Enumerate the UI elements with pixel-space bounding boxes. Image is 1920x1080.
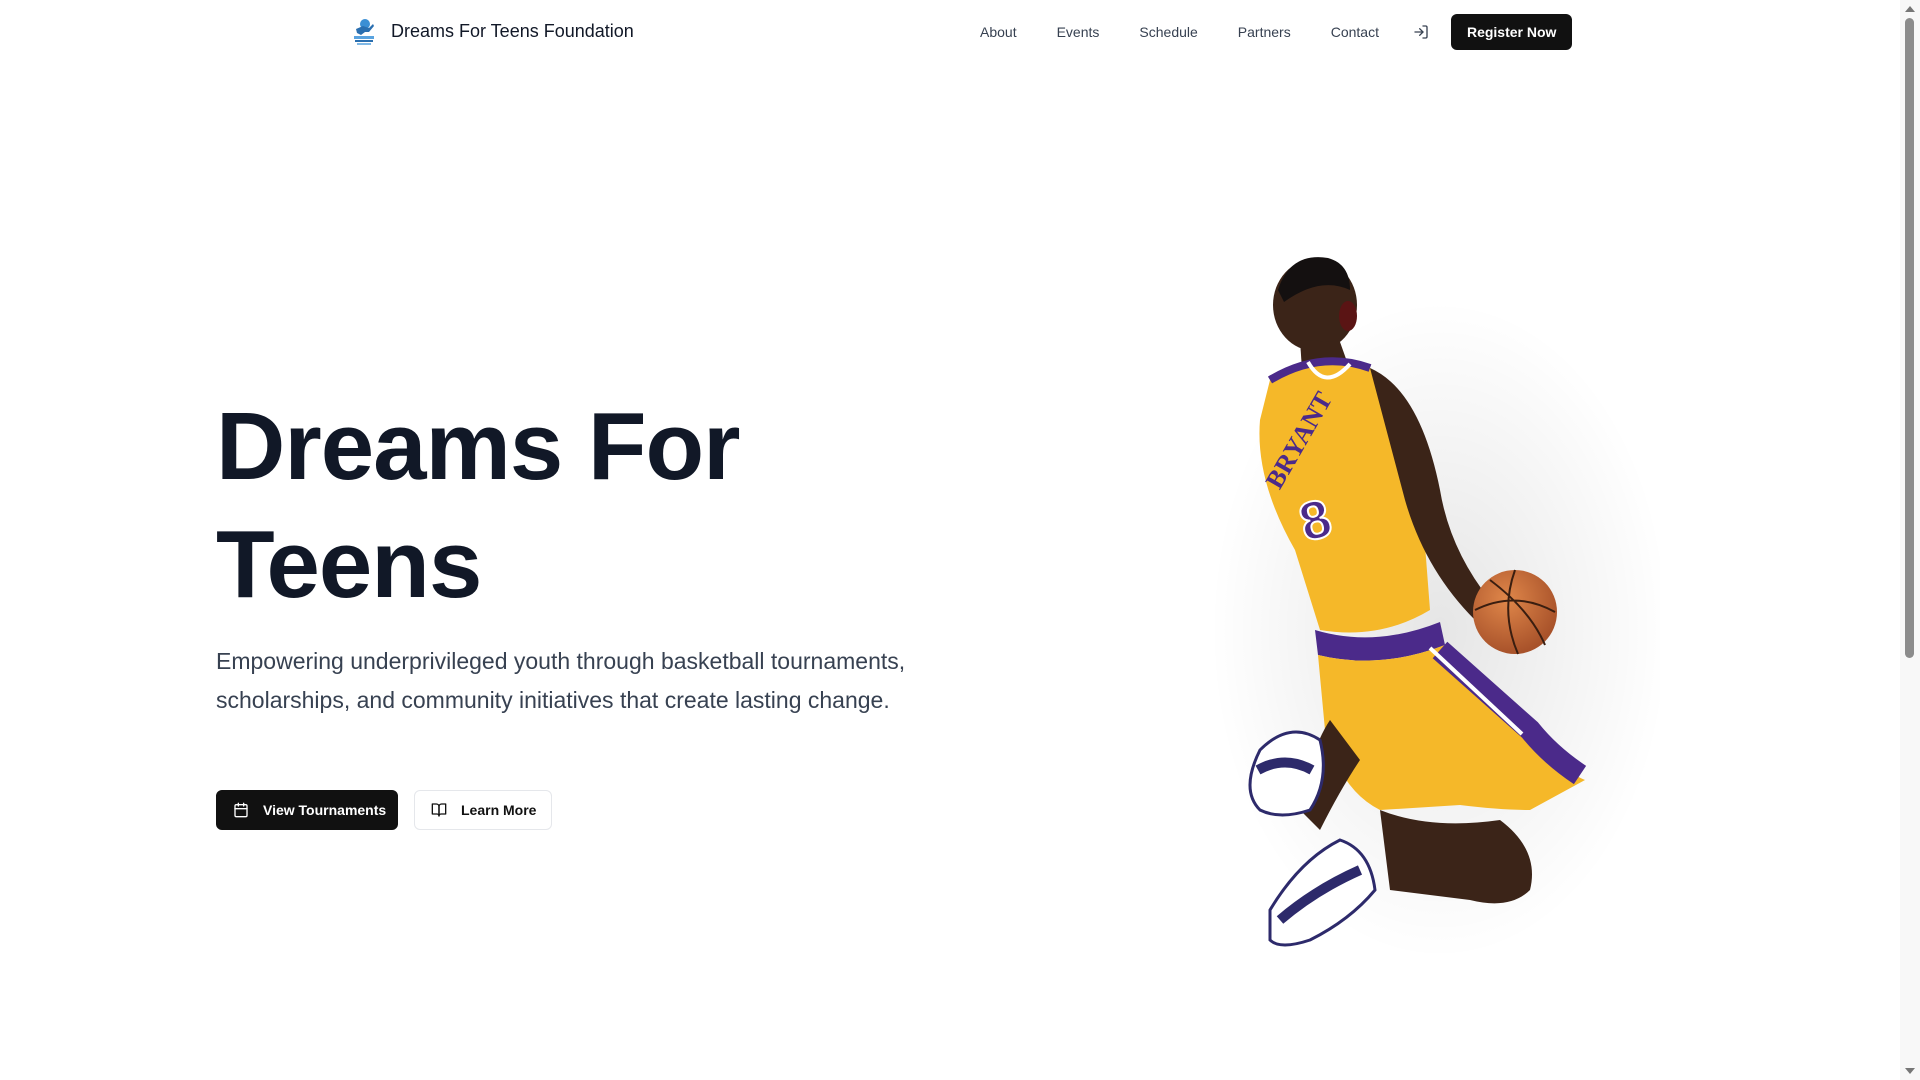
hero-player-image: BRYANT 8 <box>1210 257 1660 960</box>
page: Dreams For Teens Foundation About Events… <box>0 0 1920 1080</box>
brand-link[interactable]: Dreams For Teens Foundation <box>351 15 634 47</box>
main-nav: About Events Schedule Partners Contact R… <box>960 14 1573 50</box>
scroll-thumb[interactable] <box>1905 18 1914 658</box>
login-icon[interactable] <box>1403 14 1439 50</box>
view-tournaments-label: View Tournaments <box>263 802 387 818</box>
nav-about[interactable]: About <box>960 24 1037 40</box>
register-now-button[interactable]: Register Now <box>1450 14 1573 50</box>
hero-title-line-2: Teens <box>216 511 482 618</box>
view-tournaments-button[interactable]: View Tournaments <box>216 790 398 830</box>
nav-partners[interactable]: Partners <box>1218 24 1311 40</box>
calendar-icon <box>234 802 248 818</box>
basketball-player-logo-icon <box>351 15 377 47</box>
nav-contact[interactable]: Contact <box>1311 24 1399 40</box>
brand-name: Dreams For Teens Foundation <box>391 20 634 41</box>
learn-more-label: Learn More <box>461 802 537 818</box>
book-open-icon <box>431 803 447 817</box>
learn-more-button[interactable]: Learn More <box>414 790 552 830</box>
hero-subtitle: Empowering underprivileged youth through… <box>216 648 906 713</box>
hero-title-line-1: Dreams For <box>216 393 741 500</box>
hero-actions: View Tournaments Learn More <box>216 790 552 830</box>
scroll-down-arrow-icon[interactable] <box>1905 1068 1915 1074</box>
scroll-up-arrow-icon[interactable] <box>1905 6 1915 12</box>
site-header: Dreams For Teens Foundation About Events… <box>0 0 1900 64</box>
hero-title: Dreams For Teens <box>216 388 976 624</box>
nav-schedule[interactable]: Schedule <box>1119 24 1217 40</box>
page-scrollbar[interactable] <box>1900 0 1920 1080</box>
nav-events[interactable]: Events <box>1037 24 1120 40</box>
